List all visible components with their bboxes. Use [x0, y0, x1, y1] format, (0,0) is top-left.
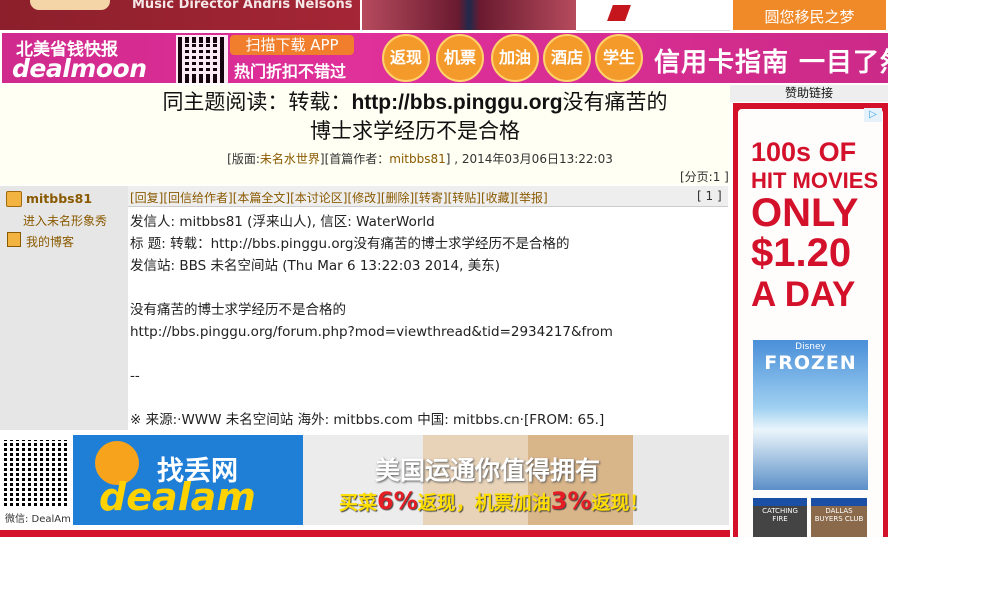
- dealam-headline: 美国运通你值得拥有: [375, 456, 601, 485]
- hot-deals-label: 热门折扣不错过: [234, 62, 347, 81]
- ad-line-1: 100s OF: [751, 137, 857, 167]
- forward-link[interactable]: [转寄]: [414, 191, 447, 205]
- title-suffix: 没有痛苦的: [562, 90, 668, 114]
- category-cashback: 返现: [382, 34, 430, 82]
- movie-brand: Disney: [795, 342, 826, 352]
- frozen-cover: Disney FROZEN: [753, 340, 868, 490]
- delete-link[interactable]: [删除]: [381, 191, 414, 205]
- bluray-title: CATCHING FIRE: [762, 507, 798, 523]
- meta-date: ] , 2014年03月06日13:22:03: [445, 152, 613, 166]
- dealmoon-logo-en: dealmoon: [12, 54, 147, 83]
- qr-code-icon: [176, 35, 228, 83]
- dealmoon-banner-ad[interactable]: 北美省钱快报 dealmoon 扫描下载 APP 热门折扣不错过 返现 机票 加…: [2, 33, 888, 83]
- post-line: [130, 343, 728, 365]
- user-icon: [6, 191, 22, 207]
- meta-board-label: [版面:: [227, 152, 260, 166]
- post-body: 发信人: mitbbs81 (浮来山人), 信区: WaterWorld 标 题…: [130, 211, 728, 431]
- sub-pct-2: 3%: [550, 487, 592, 515]
- report-link[interactable]: [举报]: [514, 191, 547, 205]
- favorite-link[interactable]: [收藏]: [481, 191, 514, 205]
- title-prefix: 同主题阅读：转载：: [162, 90, 352, 114]
- post-line: http://bbs.pinggu.org/forum.php?mod=view…: [130, 324, 613, 340]
- repost-link[interactable]: [转贴]: [448, 191, 481, 205]
- board-link[interactable]: 未名水世界: [260, 152, 320, 166]
- sponsor-label: 赞助链接: [730, 85, 888, 102]
- ad-line-4: $1.20: [751, 231, 852, 275]
- symphony-banner-ad[interactable]: Music Director Andris Nelsons: [0, 0, 360, 30]
- ad-line-5: A DAY: [751, 275, 856, 314]
- bluray-cover: DALLAS BUYERS CLUB: [811, 498, 867, 537]
- wechat-label: 微信: DealAm: [5, 514, 71, 525]
- bank-banner-ad[interactable]: [576, 0, 730, 31]
- banner-text: Music Director Andris Nelsons: [132, 0, 353, 12]
- bank-logo-icon: [607, 5, 631, 21]
- post-line: 标 题: 转载：http://bbs.pinggu.org没有痛苦的博士求学经历…: [130, 236, 570, 252]
- immigration-banner-ad[interactable]: 圆您移民之梦: [733, 0, 886, 30]
- banner-logo-shape: [30, 0, 110, 10]
- scan-download-label: 扫描下载 APP: [230, 35, 354, 55]
- profile-show-link[interactable]: 进入未名形象秀: [23, 212, 107, 229]
- post-actions: [回复][回信给作者][本篇全文][本讨论区][修改][删除][转寄][转贴][…: [130, 189, 548, 206]
- post-line: 没有痛苦的博士求学经历不是合格的: [130, 302, 346, 318]
- post-floor-number: [ 1 ]: [697, 189, 722, 203]
- category-gas: 加油: [491, 34, 539, 82]
- meta-author-label: ][首篇作者：: [319, 152, 390, 166]
- category-flights: 机票: [436, 34, 484, 82]
- title-line2: 博士求学经历不是合格: [310, 119, 520, 143]
- post-line: 发信人: mitbbs81 (浮来山人), 信区: WaterWorld: [130, 214, 435, 230]
- sub-c: 返现！: [591, 492, 649, 514]
- thread-meta: [版面:未名水世界][首篇作者：mitbbs81] , 2014年03月06日1…: [0, 150, 840, 167]
- bottom-ad-strip: [0, 530, 730, 537]
- author-name-link[interactable]: mitbbs81: [26, 191, 92, 206]
- dealam-logo-en: dealam: [99, 475, 256, 519]
- dealam-subline: 买菜6%返现，机票加油3%返现！: [339, 487, 649, 515]
- adchoices-icon[interactable]: ▷: [864, 108, 882, 122]
- sub-pct-1: 6%: [377, 487, 418, 515]
- edit-link[interactable]: [修改]: [348, 191, 381, 205]
- post-line: [130, 277, 728, 299]
- blog-link[interactable]: 我的博客: [26, 233, 74, 250]
- sub-b: 返现，机票加油: [417, 492, 551, 514]
- wechat-qr-icon: [4, 440, 70, 506]
- reply-link[interactable]: [回复]: [130, 191, 163, 205]
- dealam-banner-ad[interactable]: 找丢网 dealam 美国运通你值得拥有 买菜6%返现，机票加油3%返现！: [73, 435, 729, 525]
- ad-line-3: ONLY: [751, 191, 859, 235]
- post-line: ※ 来源:·WWW 未名空间站 海外: mitbbs.com 中国: mitbb…: [130, 412, 605, 428]
- bluray-cover: CATCHING FIRE: [753, 498, 807, 537]
- title-url: http://bbs.pinggu.org: [351, 91, 563, 114]
- credit-card-guide-text: 信用卡指南 一目了然: [654, 48, 888, 78]
- board-thread-link[interactable]: [本讨论区]: [290, 191, 347, 205]
- full-text-link[interactable]: [本篇全文]: [233, 191, 290, 205]
- bluray-title: DALLAS BUYERS CLUB: [814, 507, 864, 523]
- blog-icon: [7, 232, 21, 247]
- page-title: 同主题阅读：转载：http://bbs.pinggu.org没有痛苦的 博士求学…: [100, 88, 730, 146]
- category-student: 学生: [595, 34, 643, 82]
- post-line: --: [130, 368, 140, 384]
- mail-author-link[interactable]: [回信给作者]: [163, 191, 232, 205]
- pagination[interactable]: [分页:1 ]: [680, 168, 729, 185]
- movie-title: FROZEN: [764, 352, 857, 374]
- category-hotel: 酒店: [543, 34, 591, 82]
- author-link[interactable]: mitbbs81: [389, 152, 445, 166]
- post-line: 发信站: BBS 未名空间站 (Thu Mar 6 13:22:03 2014,…: [130, 258, 500, 274]
- post-line: [130, 387, 728, 409]
- sub-a: 买菜: [339, 492, 378, 514]
- banner-image-ad[interactable]: [362, 0, 576, 30]
